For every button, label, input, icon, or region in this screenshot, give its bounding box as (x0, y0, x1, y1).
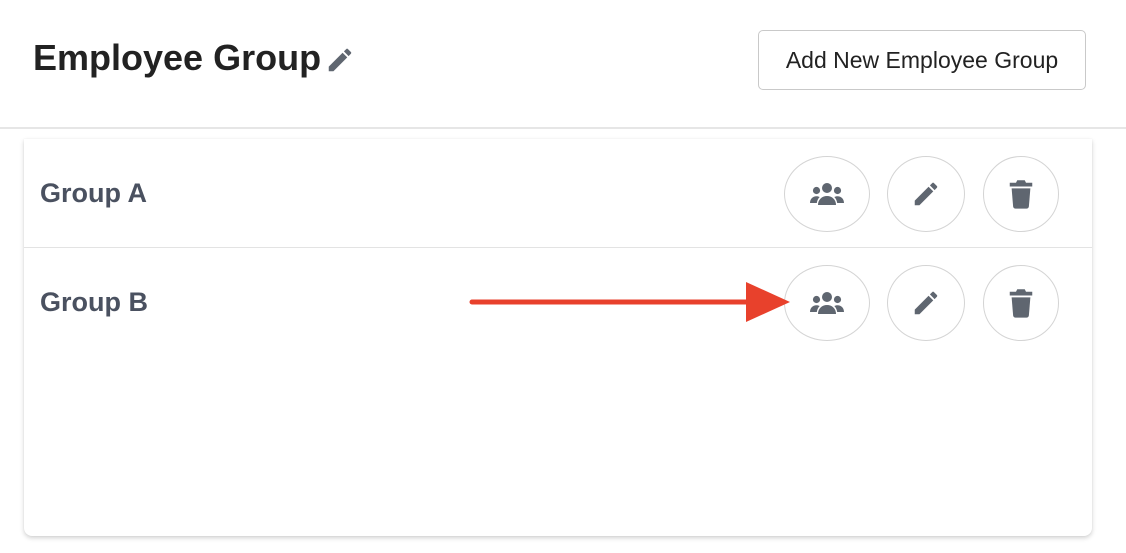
group-a-members-button[interactable] (784, 156, 870, 232)
pencil-icon (328, 48, 352, 72)
group-b-edit-button[interactable] (887, 265, 965, 341)
group-a-edit-button[interactable] (887, 156, 965, 232)
group-a-delete-button[interactable] (983, 156, 1059, 232)
group-list: Group A Group B (24, 139, 1092, 536)
trash-icon (1009, 180, 1033, 209)
edit-title-button[interactable] (322, 42, 358, 78)
page-header: Employee Group Add New Employee Group (0, 0, 1126, 129)
group-name: Group A (40, 178, 147, 208)
employee-group-page: Employee Group Add New Employee Group Gr… (0, 0, 1126, 553)
group-name: Group B (40, 287, 148, 317)
users-icon (810, 183, 844, 205)
pencil-icon (914, 182, 938, 206)
page-title: Employee Group (33, 37, 322, 78)
group-b-members-button[interactable] (784, 265, 870, 341)
pencil-icon (914, 291, 938, 315)
group-b-delete-button[interactable] (983, 265, 1059, 341)
annotation-arrow (469, 282, 790, 322)
list-item: Group A (24, 139, 1092, 248)
trash-icon (1009, 289, 1033, 318)
add-employee-group-button[interactable]: Add New Employee Group (758, 30, 1086, 90)
users-icon (810, 292, 844, 314)
